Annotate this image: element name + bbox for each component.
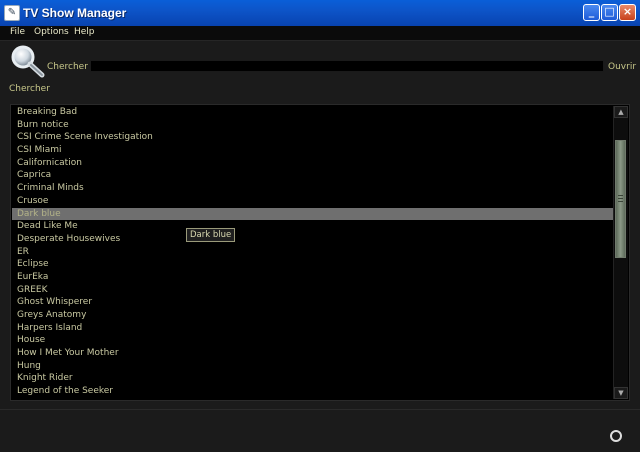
menu-options[interactable]: Options xyxy=(34,26,69,38)
minimize-button[interactable]: _ xyxy=(583,4,600,21)
selection-tooltip: Dark blue xyxy=(186,228,236,242)
app-icon: ✎ xyxy=(4,5,20,21)
show-list-item[interactable]: Breaking Bad xyxy=(12,106,615,119)
list-scrollbar[interactable]: ▲ ▼ xyxy=(613,106,628,399)
magnifier-icon xyxy=(11,45,45,78)
show-list-item[interactable]: House xyxy=(12,334,615,347)
scroll-down-button[interactable]: ▼ xyxy=(614,387,628,399)
search-input[interactable] xyxy=(90,60,604,72)
show-list-panel: Breaking Bad Burn notice CSI Crime Scene I… xyxy=(10,104,630,401)
show-list-item[interactable]: Hung xyxy=(12,360,615,373)
show-list-item[interactable]: Harpers Island xyxy=(12,322,615,335)
maximize-button[interactable]: □ xyxy=(601,4,618,21)
window-title: TV Show Manager xyxy=(23,6,127,20)
show-list-item[interactable]: Burn notice xyxy=(12,119,615,132)
show-list-item[interactable]: Greys Anatomy xyxy=(12,309,615,322)
search-label: Chercher : xyxy=(47,62,94,72)
show-list-item[interactable]: Dark blue xyxy=(12,207,615,221)
menu-bar: File Options Help xyxy=(0,26,640,41)
close-button[interactable]: × xyxy=(619,4,636,21)
menu-file[interactable]: File xyxy=(10,26,25,38)
show-list-item[interactable]: Ghost Whisperer xyxy=(12,296,615,309)
menu-help[interactable]: Help xyxy=(74,26,95,38)
show-list-item[interactable]: Legend of the Seeker xyxy=(12,385,615,398)
show-list-item[interactable]: Californication xyxy=(12,157,615,170)
show-list[interactable]: Breaking Bad Burn notice CSI Crime Scene I… xyxy=(12,106,615,399)
show-list-item[interactable]: EurEka xyxy=(12,271,615,284)
show-list-item[interactable]: Knight Rider xyxy=(12,372,615,385)
show-list-item[interactable]: CSI Miami xyxy=(12,144,615,157)
title-bar[interactable]: ✎ TV Show Manager _ □ × xyxy=(0,0,640,27)
app-window: ✎ TV Show Manager _ □ × File Options Hel… xyxy=(0,0,640,452)
scroll-thumb[interactable] xyxy=(615,140,626,258)
show-list-item[interactable]: Caprica xyxy=(12,169,615,182)
show-list-item[interactable]: Dead Like Me xyxy=(12,220,615,233)
show-list-item[interactable]: Eclipse xyxy=(12,258,615,271)
open-button[interactable]: Ouvrir xyxy=(608,62,636,72)
show-list-item[interactable]: ER xyxy=(12,246,615,259)
status-bar xyxy=(0,409,640,452)
search-button[interactable]: Chercher xyxy=(9,84,50,94)
show-list-item[interactable]: Crusoe xyxy=(12,195,615,208)
show-list-item[interactable]: Desperate Housewives xyxy=(12,233,615,246)
show-list-item[interactable]: How I Met Your Mother xyxy=(12,347,615,360)
show-list-item[interactable]: Criminal Minds xyxy=(12,182,615,195)
scroll-up-button[interactable]: ▲ xyxy=(614,106,628,118)
show-list-item[interactable]: GREEK xyxy=(12,284,615,297)
circle-icon[interactable] xyxy=(610,430,622,442)
show-list-item[interactable]: CSI Crime Scene Investigation xyxy=(12,131,615,144)
